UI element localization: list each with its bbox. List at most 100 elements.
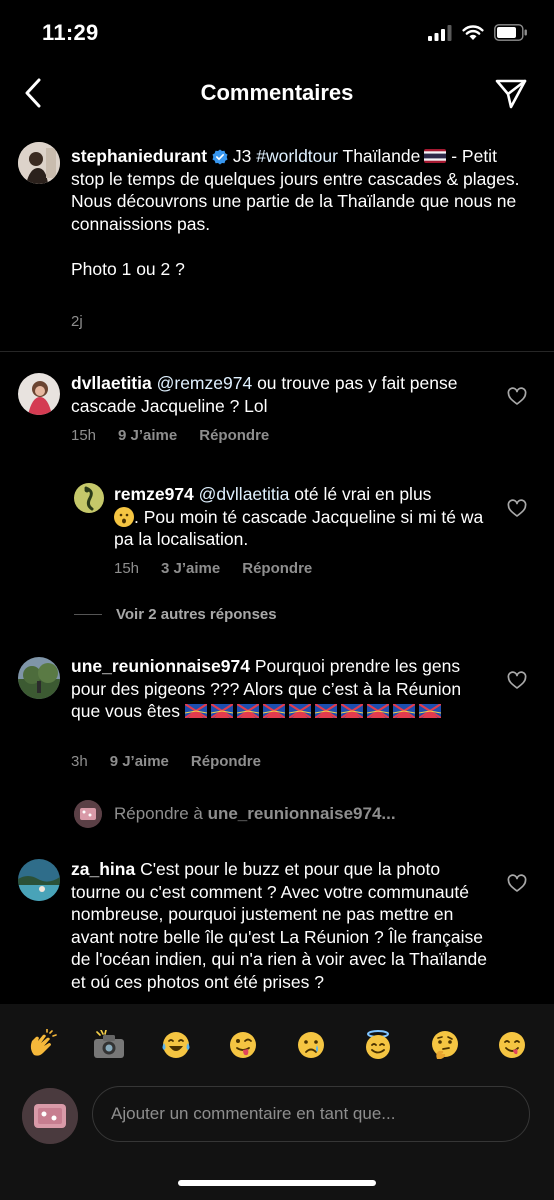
reply-button[interactable]: Répondre: [242, 560, 312, 577]
smiling-halo-icon: [365, 1030, 390, 1059]
comment: une_reunionnaise974 Pourquoi prendre les…: [71, 655, 491, 723]
reunion-flag-icon: [366, 704, 389, 718]
comment-mention[interactable]: @remze974: [157, 373, 253, 393]
camera-flash-icon: [93, 1030, 124, 1058]
camera-flash-emoji-button[interactable]: [92, 1028, 126, 1062]
crying-face-icon: [297, 1032, 324, 1058]
comment: dvllaetitia @remze974 ou trouve pas y fa…: [71, 372, 491, 417]
reply-button[interactable]: Répondre: [191, 753, 261, 770]
caption-timestamp: 2j: [71, 313, 83, 330]
profile-photo: [18, 859, 60, 901]
caption-line2: Nous découvrons une partie de la Thaïlan…: [71, 191, 517, 234]
reunion-flag-icon: [340, 704, 363, 718]
reunion-flag-icon: [262, 704, 285, 718]
comment-meta: 3h 9 J’aime Répondre: [71, 753, 261, 770]
comment-text: oté lé vrai en plus: [289, 484, 432, 504]
divider: [0, 351, 554, 352]
comment-timestamp: 15h: [71, 427, 97, 444]
emoji-bar: [0, 1028, 554, 1062]
comment-likes[interactable]: 9 J’aime: [118, 427, 177, 444]
caption: stephaniedurant J3 #worldtour Thaïlande …: [71, 145, 533, 280]
share-button[interactable]: [494, 76, 528, 110]
profile-photo: [18, 142, 60, 184]
comment-username[interactable]: dvllaetitia: [71, 373, 152, 393]
reunion-flag-icon: [184, 704, 207, 718]
thailand-flag-icon: [424, 149, 447, 163]
face-savoring-icon: [499, 1032, 526, 1058]
home-indicator: [178, 1180, 376, 1186]
status-icons: [428, 24, 528, 41]
hushed-face-icon: [114, 506, 134, 527]
thinking-face-emoji-button[interactable]: [428, 1028, 462, 1062]
reunion-flag-icon: [314, 704, 337, 718]
status-time: 11:29: [42, 20, 99, 45]
current-user-avatar: [74, 800, 102, 828]
avatar[interactable]: [18, 373, 60, 415]
reunion-flag-icon: [418, 704, 441, 718]
winking-tongue-emoji-button[interactable]: [226, 1028, 260, 1062]
reunion-flag-icon: [288, 704, 311, 718]
current-user-avatar[interactable]: [22, 1088, 78, 1144]
caption-hashtag[interactable]: #worldtour: [256, 146, 338, 166]
avatar[interactable]: [18, 142, 60, 184]
caption-meta: 2j: [71, 313, 83, 330]
avatar[interactable]: [18, 859, 60, 901]
status-bar: 11:29: [0, 0, 554, 66]
comment-username[interactable]: remze974: [114, 484, 194, 504]
clapping-hands-icon: [30, 1029, 57, 1056]
page-title: Commentaires: [200, 80, 354, 105]
cellular-signal-icon: [428, 24, 452, 41]
winking-tongue-icon: [230, 1032, 257, 1058]
heart-icon[interactable]: [507, 671, 527, 691]
clapping-hands-emoji-button[interactable]: [25, 1028, 59, 1062]
reply-prompt-prefix: Répondre à: [114, 804, 208, 823]
comment-meta: 15h 9 J’aime Répondre: [71, 427, 269, 444]
comment-text-continued: . Pou moin té cascade Jacqueline si mi t…: [114, 506, 484, 550]
verified-badge-icon: [212, 149, 228, 165]
tears-of-joy-icon: [162, 1032, 190, 1058]
reunion-flag-icon: [210, 704, 233, 718]
caption-username[interactable]: stephaniedurant: [71, 146, 207, 166]
view-more-replies-label: Voir 2 autres réponses: [116, 606, 277, 623]
caption-text-start: J3: [232, 146, 257, 166]
avatar[interactable]: [18, 657, 60, 699]
crying-face-emoji-button[interactable]: [294, 1028, 328, 1062]
reply-button[interactable]: Répondre: [199, 427, 269, 444]
paper-plane-icon: [495, 79, 527, 109]
comment-meta: 15h 3 J’aime Répondre: [114, 560, 312, 577]
comment-timestamp: 3h: [71, 753, 88, 770]
profile-photo: [18, 657, 60, 699]
smiling-halo-emoji-button[interactable]: [361, 1028, 395, 1062]
comment-timestamp: 15h: [114, 560, 140, 577]
comment-mention[interactable]: @dvllaetitia: [199, 484, 290, 504]
face-savoring-emoji-button[interactable]: [495, 1028, 529, 1062]
view-more-replies-button[interactable]: Voir 2 autres réponses: [74, 606, 277, 623]
heart-icon[interactable]: [507, 387, 527, 407]
reply-prompt-target: une_reunionnaise974...: [207, 804, 396, 823]
heart-icon[interactable]: [507, 499, 527, 519]
nav-bar: Commentaires: [0, 66, 554, 122]
tears-of-joy-emoji-button[interactable]: [159, 1028, 193, 1062]
caption-line3: Photo 1 ou 2 ?: [71, 258, 185, 279]
wifi-icon: [462, 24, 484, 40]
reply-comment: remze974 @dvllaetitia oté lé vrai en plu…: [114, 483, 486, 551]
comment-likes[interactable]: 9 J’aime: [110, 753, 169, 770]
profile-photo: [18, 373, 60, 415]
caption-text-thailand: Thaïlande: [337, 146, 421, 166]
comment-input[interactable]: [92, 1086, 530, 1142]
comment-composer: [22, 1086, 532, 1146]
reunion-flag-icon: [236, 704, 259, 718]
profile-photo: [74, 483, 104, 513]
thinking-face-icon: [432, 1031, 459, 1059]
comment-username[interactable]: une_reunionnaise974: [71, 656, 250, 676]
avatar[interactable]: [74, 483, 104, 513]
reunion-flags: [184, 701, 445, 721]
bottom-panel: [0, 1004, 554, 1200]
comment-likes[interactable]: 3 J’aime: [161, 560, 220, 577]
comment-username[interactable]: za_hina: [71, 859, 135, 879]
comment: za_hina C'est pour le buzz et pour que l…: [71, 858, 491, 993]
heart-icon[interactable]: [507, 874, 527, 894]
reply-prompt[interactable]: Répondre à une_reunionnaise974...: [74, 800, 396, 828]
battery-icon: [494, 24, 527, 41]
thread-line: [74, 614, 102, 615]
